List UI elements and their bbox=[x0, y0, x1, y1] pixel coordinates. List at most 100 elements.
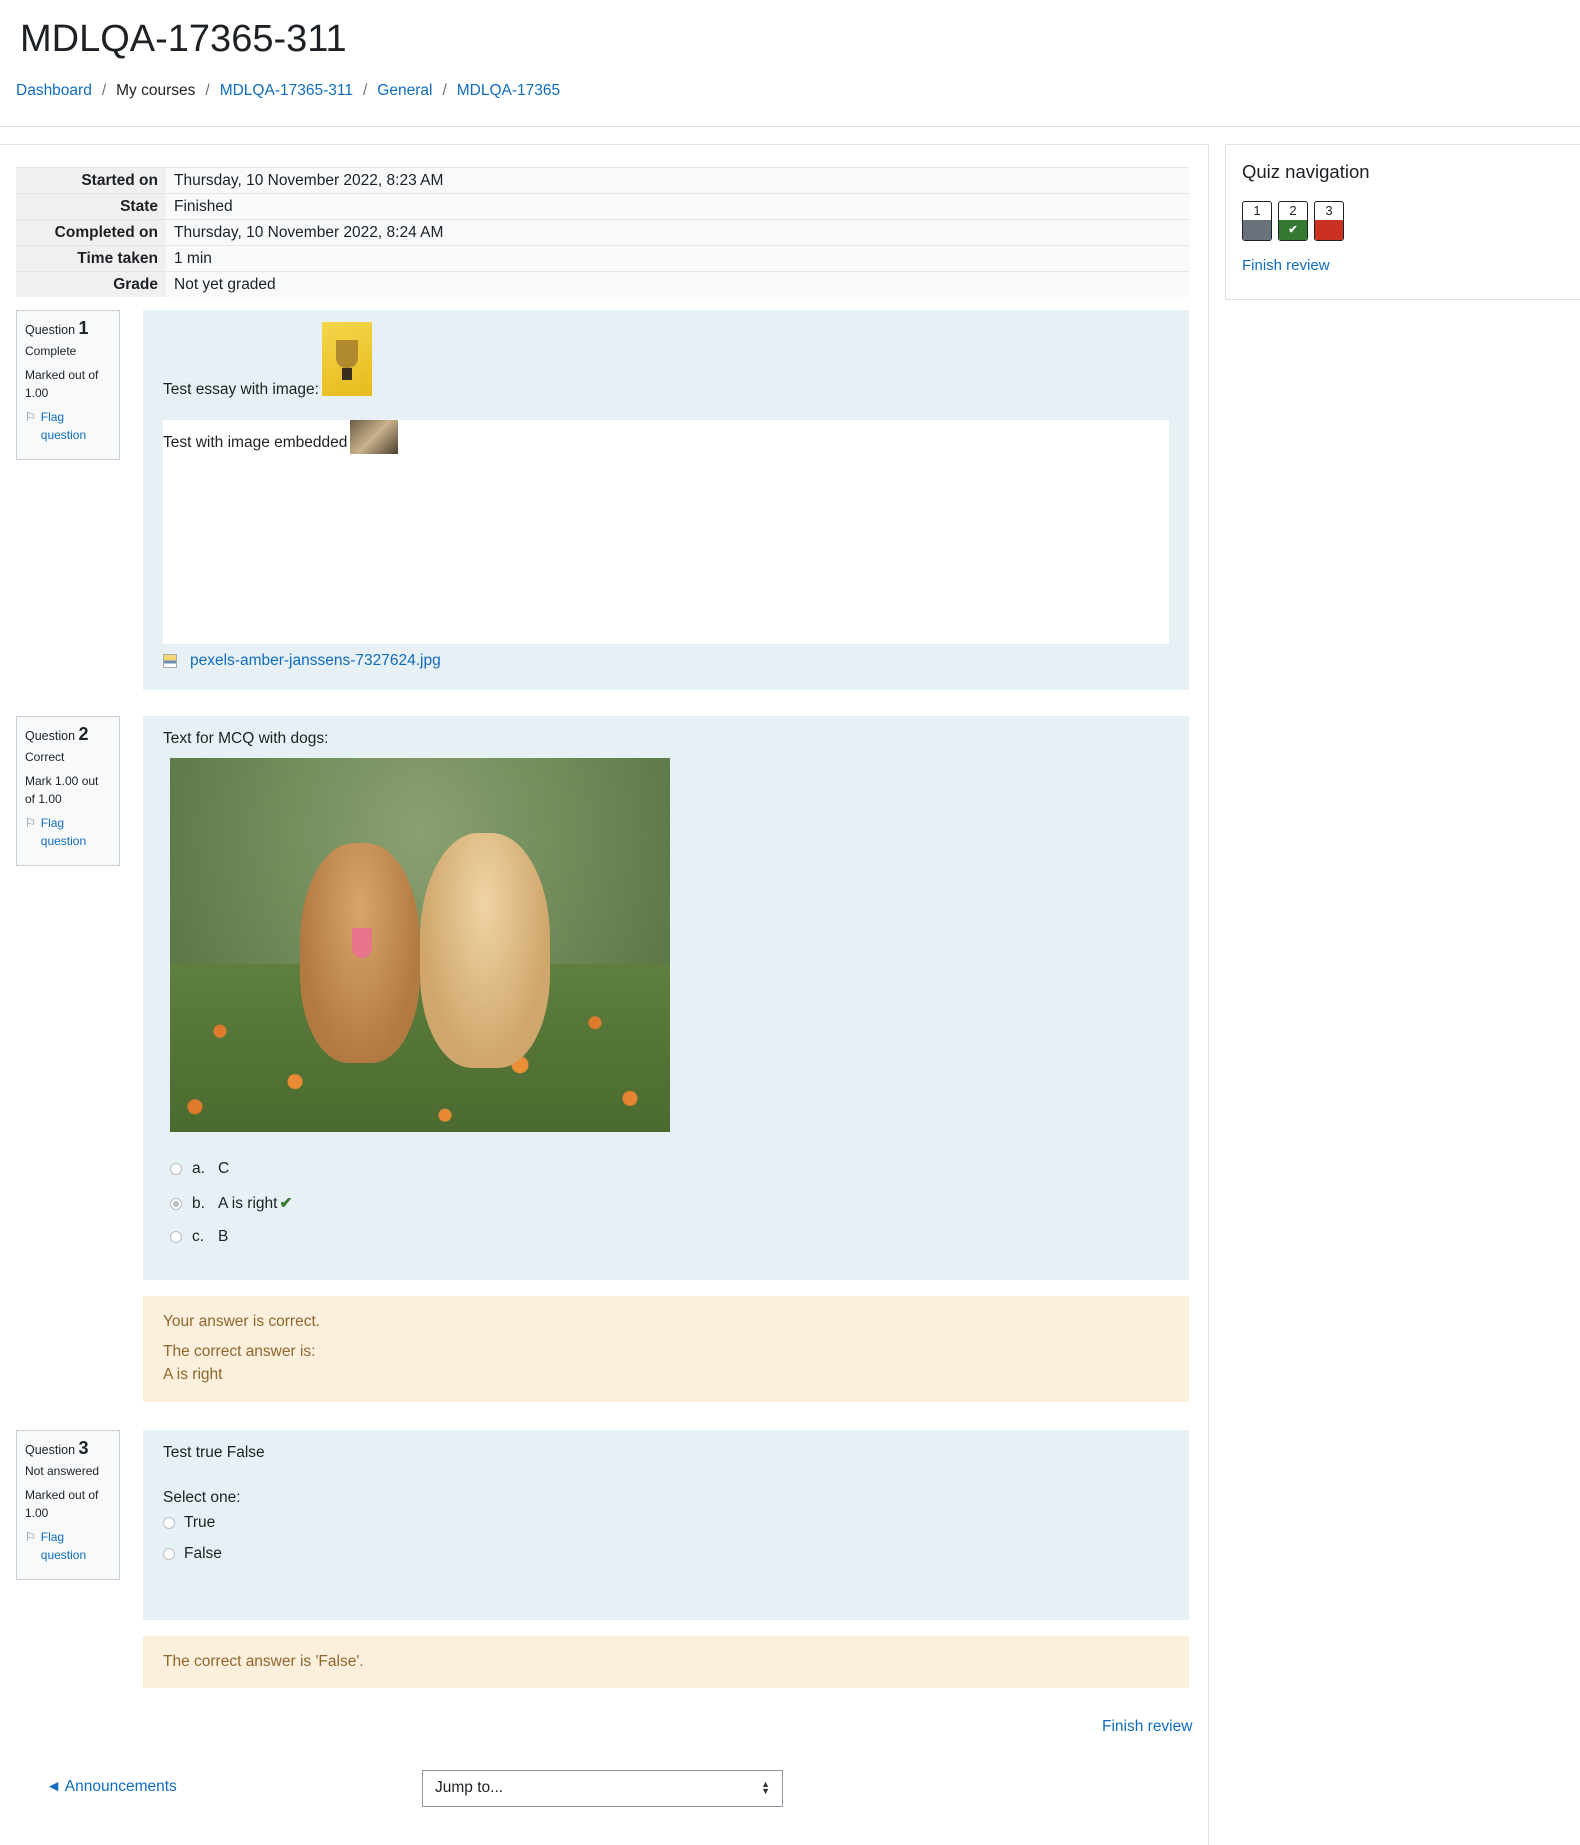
flag-icon: ⚐ bbox=[25, 816, 36, 830]
trophy-image bbox=[322, 322, 372, 396]
question-2-feedback: Your answer is correct. The correct answ… bbox=[143, 1296, 1189, 1402]
page-title: MDLQA-17365-311 bbox=[20, 18, 347, 60]
quiz-nav-status-fill: ✔ bbox=[1279, 220, 1307, 240]
radio-button[interactable] bbox=[170, 1231, 182, 1243]
quiz-nav-question-1[interactable]: 1 bbox=[1242, 201, 1272, 241]
feedback-right-answer: The correct answer is 'False'. bbox=[163, 1653, 364, 1670]
summary-row: State Finished bbox=[16, 193, 1189, 220]
summary-row: Started on Thursday, 10 November 2022, 8:… bbox=[16, 167, 1189, 194]
select-arrows-icon: ▲ ▼ bbox=[761, 1779, 770, 1796]
breadcrumb-separator: / bbox=[101, 82, 107, 99]
question-state: Complete bbox=[25, 344, 77, 358]
question-number: Question 3 bbox=[25, 1438, 89, 1458]
quiz-nav-question-2[interactable]: 2 ✔ bbox=[1278, 201, 1308, 241]
flag-icon: ⚐ bbox=[25, 1530, 36, 1544]
essay-response-text: Test with image embedded bbox=[163, 434, 348, 451]
breadcrumb-quiz[interactable]: MDLQA-17365 bbox=[457, 82, 560, 100]
feedback-correctness: Your answer is correct. bbox=[163, 1313, 321, 1330]
summary-label: Completed on bbox=[16, 219, 166, 246]
quiz-nav-question-3[interactable]: 3 bbox=[1314, 201, 1344, 241]
option-false[interactable]: False bbox=[163, 1545, 222, 1563]
quiz-nav-label: 2 bbox=[1289, 203, 1297, 218]
feedback-right-answer: A is right bbox=[163, 1366, 223, 1383]
summary-label: Time taken bbox=[16, 245, 166, 272]
question-3-feedback: The correct answer is 'False'. bbox=[143, 1636, 1189, 1688]
previous-activity-link[interactable]: ◄ Announcements bbox=[46, 1778, 177, 1796]
embedded-image bbox=[350, 420, 398, 454]
question-1-info: Question 1 Complete Marked out of 1.00 ⚐… bbox=[16, 310, 120, 460]
answer-letter: c. bbox=[192, 1228, 205, 1245]
select-one-prompt: Select one: bbox=[163, 1489, 241, 1506]
breadcrumb-dashboard[interactable]: Dashboard bbox=[16, 82, 92, 100]
main-region: Started on Thursday, 10 November 2022, 8:… bbox=[0, 144, 1209, 1845]
answer-option-c[interactable]: c. B bbox=[170, 1228, 228, 1246]
breadcrumb: Dashboard / My courses / MDLQA-17365-311… bbox=[16, 82, 560, 100]
breadcrumb-separator: / bbox=[442, 82, 447, 99]
quiz-navigation-title: Quiz navigation bbox=[1242, 161, 1370, 182]
check-icon: ✔ bbox=[1288, 224, 1298, 236]
quiz-nav-label: 1 bbox=[1253, 203, 1261, 218]
feedback-right-answer-label: The correct answer is: bbox=[163, 1343, 316, 1360]
quiz-nav-label: 3 bbox=[1325, 203, 1333, 218]
quiz-nav-status-fill bbox=[1243, 220, 1271, 240]
header-divider bbox=[0, 126, 1580, 127]
jump-to-selected: Jump to... bbox=[435, 1779, 504, 1796]
radio-button[interactable] bbox=[170, 1163, 182, 1175]
question-2-content: Text for MCQ with dogs: a. C b. A is rig… bbox=[143, 716, 1189, 1280]
image-file-icon bbox=[163, 654, 177, 668]
question-1-content: Test essay with image: Test with image e… bbox=[143, 310, 1189, 690]
summary-value: Not yet graded bbox=[166, 271, 1189, 297]
quiz-nav-status-fill bbox=[1315, 220, 1343, 240]
breadcrumb-separator: / bbox=[362, 82, 368, 99]
flag-question-button[interactable]: ⚐ Flag question bbox=[25, 814, 111, 850]
answer-letter: b. bbox=[192, 1194, 205, 1212]
option-label: True bbox=[184, 1514, 216, 1531]
radio-button[interactable] bbox=[163, 1548, 175, 1560]
question-number: Question 2 bbox=[25, 724, 89, 744]
summary-label: Started on bbox=[16, 167, 166, 194]
breadcrumb-course[interactable]: MDLQA-17365-311 bbox=[220, 82, 353, 100]
correct-check-icon: ✔ bbox=[279, 1195, 293, 1212]
quiz-navigation-block: Quiz navigation 1 2 ✔ 3 Finish review bbox=[1225, 144, 1580, 300]
radio-button[interactable] bbox=[163, 1517, 175, 1529]
flag-question-button[interactable]: ⚐ Flag question bbox=[25, 1528, 111, 1564]
breadcrumb-separator: / bbox=[205, 82, 210, 99]
question-state: Correct bbox=[25, 750, 65, 764]
answer-option-a[interactable]: a. C bbox=[170, 1160, 229, 1178]
question-3-info: Question 3 Not answered Marked out of 1.… bbox=[16, 1430, 120, 1580]
essay-response: Test with image embedded bbox=[163, 420, 1169, 644]
question-grade: Marked out of 1.00 bbox=[25, 1488, 99, 1520]
summary-value: Thursday, 10 November 2022, 8:23 AM bbox=[166, 167, 1189, 194]
question-state: Not answered bbox=[25, 1464, 100, 1478]
option-true[interactable]: True bbox=[163, 1514, 215, 1532]
attachment-link[interactable]: pexels-amber-janssens-7327624.jpg bbox=[190, 652, 441, 670]
answer-text: A is right bbox=[218, 1194, 278, 1212]
summary-value: Finished bbox=[166, 193, 1189, 220]
question-text: Text for MCQ with dogs: bbox=[163, 730, 329, 747]
finish-review-link[interactable]: Finish review bbox=[1102, 1718, 1192, 1736]
question-text: Test essay with image: bbox=[163, 381, 319, 398]
summary-label: State bbox=[16, 193, 166, 220]
radio-button-selected[interactable] bbox=[170, 1197, 182, 1210]
question-3-content: Test true False Select one: True False bbox=[143, 1430, 1189, 1620]
question-grade: Marked out of 1.00 bbox=[25, 368, 99, 400]
attempt-summary-table: Started on Thursday, 10 November 2022, 8:… bbox=[16, 167, 1189, 297]
summary-value: 1 min bbox=[166, 245, 1189, 272]
summary-label: Grade bbox=[16, 271, 166, 297]
option-label: False bbox=[184, 1545, 222, 1562]
answer-text: B bbox=[218, 1228, 229, 1245]
jump-to-select[interactable]: Jump to... ▲ ▼ bbox=[422, 1770, 783, 1807]
question-2-info: Question 2 Correct Mark 1.00 out of 1.00… bbox=[16, 716, 120, 866]
question-text: Test true False bbox=[163, 1444, 265, 1461]
summary-row: Completed on Thursday, 10 November 2022, … bbox=[16, 219, 1189, 246]
breadcrumb-section[interactable]: General bbox=[377, 82, 432, 100]
finish-review-link[interactable]: Finish review bbox=[1242, 257, 1330, 274]
puppies-image bbox=[170, 758, 670, 1132]
answer-option-b[interactable]: b. A is right ✔ bbox=[170, 1194, 292, 1213]
summary-row: Grade Not yet graded bbox=[16, 271, 1189, 297]
question-number: Question 1 bbox=[25, 318, 89, 338]
breadcrumb-my-courses: My courses bbox=[116, 82, 196, 99]
answer-letter: a. bbox=[192, 1160, 205, 1177]
answer-text: C bbox=[218, 1160, 230, 1177]
flag-question-button[interactable]: ⚐ Flag question bbox=[25, 408, 111, 444]
